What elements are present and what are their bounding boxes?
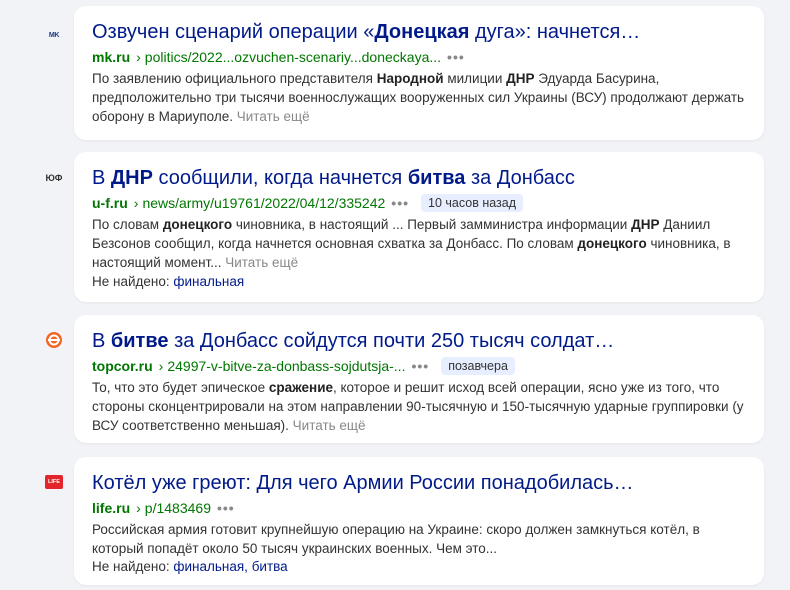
text-fragment: То, что это будет эпическое xyxy=(92,380,269,395)
missing-terms: Не найдено: финальная xyxy=(92,272,244,291)
text-fragment: за Донбасс xyxy=(465,167,575,189)
highlighted-term: ДНР xyxy=(631,217,660,232)
uf-logo-icon: ЮФ xyxy=(44,168,64,188)
read-more-link[interactable]: Читать ещё xyxy=(289,418,366,433)
result-title[interactable]: Котёл уже греют: Для чего Армии России п… xyxy=(92,471,634,495)
highlighted-term: ДНР xyxy=(110,167,153,189)
search-result: В битве за Донбасс сойдутся почти 250 ты… xyxy=(74,315,764,443)
favicon-text: LIFE xyxy=(48,479,60,485)
read-more-link[interactable]: Читать ещё xyxy=(233,109,310,124)
result-snippet: Российская армия готовит крупнейшую опер… xyxy=(92,520,752,558)
text-fragment: По словам xyxy=(92,217,163,232)
more-options-icon[interactable]: ••• xyxy=(447,48,465,66)
search-result: Озвучен сценарий операции «Донецкая дуга… xyxy=(74,6,764,140)
more-options-icon[interactable]: ••• xyxy=(217,499,235,517)
highlighted-term: битва xyxy=(407,167,466,189)
text-fragment: В xyxy=(92,167,111,189)
text-fragment: В xyxy=(92,330,111,352)
text-fragment: за Донбасс сойдутся почти 250 тысяч солд… xyxy=(168,330,615,352)
result-domain[interactable]: topcor.ru xyxy=(92,357,153,375)
search-result: Котёл уже греют: Для чего Армии России п… xyxy=(74,457,764,585)
result-title[interactable]: Озвучен сценарий операции «Донецкая дуга… xyxy=(92,20,640,44)
result-path[interactable]: news/army/u19761/2022/04/12/335242 xyxy=(142,194,385,212)
text-fragment: Российская армия готовит крупнейшую опер… xyxy=(92,522,700,556)
favicon-text: MK xyxy=(48,31,60,39)
result-url[interactable]: life.ru › p/1483469 ••• xyxy=(92,499,235,517)
highlighted-term: ДНР xyxy=(506,71,535,86)
highlighted-term: Народной xyxy=(376,71,444,86)
highlighted-term: сражение xyxy=(268,380,333,395)
topcor-logo-icon xyxy=(44,330,64,350)
more-options-icon[interactable]: ••• xyxy=(411,357,429,375)
missing-terms: Не найдено: финальная, битва xyxy=(92,557,288,576)
result-path[interactable]: politics/2022...ozvuchen-scenariy...done… xyxy=(145,48,441,66)
text-fragment: чиновника, в настоящий ... Первый заммин… xyxy=(232,217,632,232)
highlighted-term: Донецкая xyxy=(374,21,470,43)
result-title[interactable]: В битве за Донбасс сойдутся почти 250 ты… xyxy=(92,329,614,353)
highlighted-term: донецкого xyxy=(162,217,233,232)
missing-term-link[interactable]: финальная, битва xyxy=(173,559,287,574)
favicon-text: ЮФ xyxy=(45,173,63,183)
result-domain[interactable]: life.ru xyxy=(92,499,130,517)
result-path[interactable]: p/1483469 xyxy=(145,499,211,517)
life-logo-icon: LIFE xyxy=(44,472,64,492)
breadcrumb-separator: › xyxy=(158,358,164,374)
date-badge: позавчера xyxy=(441,357,515,375)
text-fragment: дуга»: начнется… xyxy=(469,21,641,43)
text-fragment: Озвучен сценарий операции « xyxy=(92,21,375,43)
result-snippet: По заявлению официального представителя … xyxy=(92,69,752,126)
result-snippet: То, что это будет эпическое сражение, ко… xyxy=(92,378,752,435)
result-url[interactable]: topcor.ru › 24997-v-bitve-za-donbass-soj… xyxy=(92,357,515,375)
result-domain[interactable]: mk.ru xyxy=(92,48,130,66)
date-badge: 10 часов назад xyxy=(421,194,524,212)
result-snippet: По словам донецкого чиновника, в настоящ… xyxy=(92,215,752,272)
highlighted-term: донецкого xyxy=(577,236,647,251)
result-path[interactable]: 24997-v-bitve-za-donbass-sojdutsja-... xyxy=(167,357,405,375)
breadcrumb-separator: › xyxy=(133,195,139,211)
missing-label: Не найдено: xyxy=(92,274,170,289)
result-title[interactable]: В ДНР сообщили, когда начнется битва за … xyxy=(92,166,575,190)
text-fragment: сообщили, когда начнется xyxy=(152,167,408,189)
text-fragment: милиции xyxy=(443,71,507,86)
result-url[interactable]: mk.ru › politics/2022...ozvuchen-scenari… xyxy=(92,48,465,66)
missing-label: Не найдено: xyxy=(92,559,170,574)
more-options-icon[interactable]: ••• xyxy=(391,194,409,212)
text-fragment: Котёл уже греют: Для чего Армии России п… xyxy=(92,472,634,494)
search-result: В ДНР сообщили, когда начнется битва за … xyxy=(74,152,764,302)
read-more-link[interactable]: Читать ещё xyxy=(221,255,298,270)
breadcrumb-separator: › xyxy=(136,500,141,516)
text-fragment: По заявлению официального представителя xyxy=(92,71,377,86)
result-domain[interactable]: u-f.ru xyxy=(92,194,128,212)
result-url[interactable]: u-f.ru › news/army/u19761/2022/04/12/335… xyxy=(92,194,524,212)
breadcrumb-separator: › xyxy=(136,49,141,65)
mk-logo-icon: MK xyxy=(44,25,64,45)
highlighted-term: битве xyxy=(110,330,169,352)
missing-term-link[interactable]: финальная xyxy=(173,274,244,289)
